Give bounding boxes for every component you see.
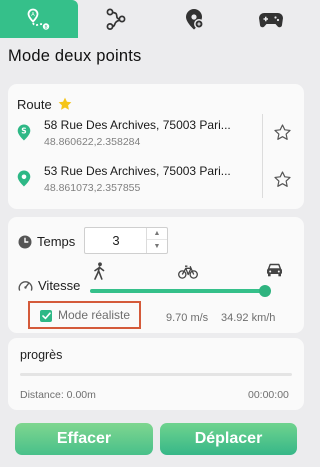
divider (262, 114, 263, 198)
speed-slider-track[interactable] (90, 289, 266, 293)
favorite-end-star-icon[interactable] (273, 170, 292, 189)
svg-text:B: B (44, 24, 47, 30)
route-pin-icon: A B (27, 8, 49, 30)
progress-bar (20, 373, 292, 376)
temps-stepper[interactable]: 3 ▲ ▼ (84, 227, 168, 254)
clock-icon (18, 235, 32, 248)
start-pin-icon: S (17, 124, 31, 141)
realistic-mode-toggle[interactable]: Mode réaliste (28, 301, 141, 329)
progress-distance: Distance: 0.00m (20, 389, 96, 401)
gamepad-icon (259, 13, 284, 28)
star-filled-icon (58, 97, 72, 110)
vitesse-row: Vitesse (18, 278, 80, 293)
page-title: Mode deux points (8, 47, 142, 65)
car-icon[interactable] (266, 263, 283, 277)
realistic-mode-checkbox[interactable] (40, 310, 52, 322)
favorite-start-star-icon[interactable] (273, 123, 292, 142)
route-start-point[interactable]: S 58 Rue Des Archives, 75003 Pari... 48.… (14, 117, 264, 157)
progress-title: progrès (20, 348, 63, 362)
bike-icon[interactable] (178, 264, 198, 279)
joystick-pin-icon (185, 9, 204, 30)
move-button[interactable]: Déplacer (160, 423, 297, 455)
vitesse-label: Vitesse (38, 278, 81, 293)
decrement-button[interactable]: ▼ (147, 240, 167, 252)
multi-stop-route-icon (106, 8, 126, 30)
tab-gamepad-mode[interactable] (233, 0, 311, 38)
walk-icon[interactable] (92, 262, 106, 280)
checkmark-icon (41, 312, 51, 320)
svg-text:S: S (21, 126, 26, 135)
route-end-point[interactable]: 53 Rue Des Archives, 75003 Pari... 48.86… (14, 163, 264, 203)
speed-ms-value: 9.70 m/s (166, 312, 209, 324)
tab-multi-point-mode[interactable] (78, 0, 156, 38)
route-header: Route (17, 96, 73, 112)
temps-row: Temps (18, 234, 75, 249)
svg-text:A: A (31, 12, 35, 18)
tab-two-point-mode[interactable]: A B (0, 0, 78, 38)
progress-card: progrès Distance: 0.00m 00:00:00 (8, 338, 304, 410)
temps-value[interactable]: 3 (85, 228, 147, 253)
speedometer-icon (18, 281, 33, 291)
end-coordinates: 48.861073,2.357855 (44, 182, 141, 194)
speed-kmh-value: 34.92 km/h (221, 312, 276, 324)
speed-slider-thumb[interactable] (259, 285, 271, 297)
route-label: Route (17, 96, 52, 112)
temps-label: Temps (37, 234, 76, 249)
end-pin-icon (17, 170, 31, 187)
speed-settings-card: Temps 3 ▲ ▼ Vitesse Mode réaliste 9.70 m… (8, 217, 304, 333)
clear-button[interactable]: Effacer (15, 423, 153, 455)
tab-joystick-mode[interactable] (155, 0, 233, 38)
start-coordinates: 48.860622,2.358284 (44, 136, 141, 148)
progress-time: 00:00:00 (248, 389, 289, 401)
stepper-arrows: ▲ ▼ (146, 228, 167, 253)
route-card: Route S 58 Rue Des Archives, 75003 Pari.… (8, 84, 304, 209)
mode-tabbar: A B (0, 0, 310, 38)
increment-button[interactable]: ▲ (147, 228, 167, 240)
realistic-mode-label: Mode réaliste (58, 308, 131, 322)
end-address: 53 Rue Des Archives, 75003 Pari... (44, 164, 231, 178)
start-address: 58 Rue Des Archives, 75003 Pari... (44, 118, 231, 132)
